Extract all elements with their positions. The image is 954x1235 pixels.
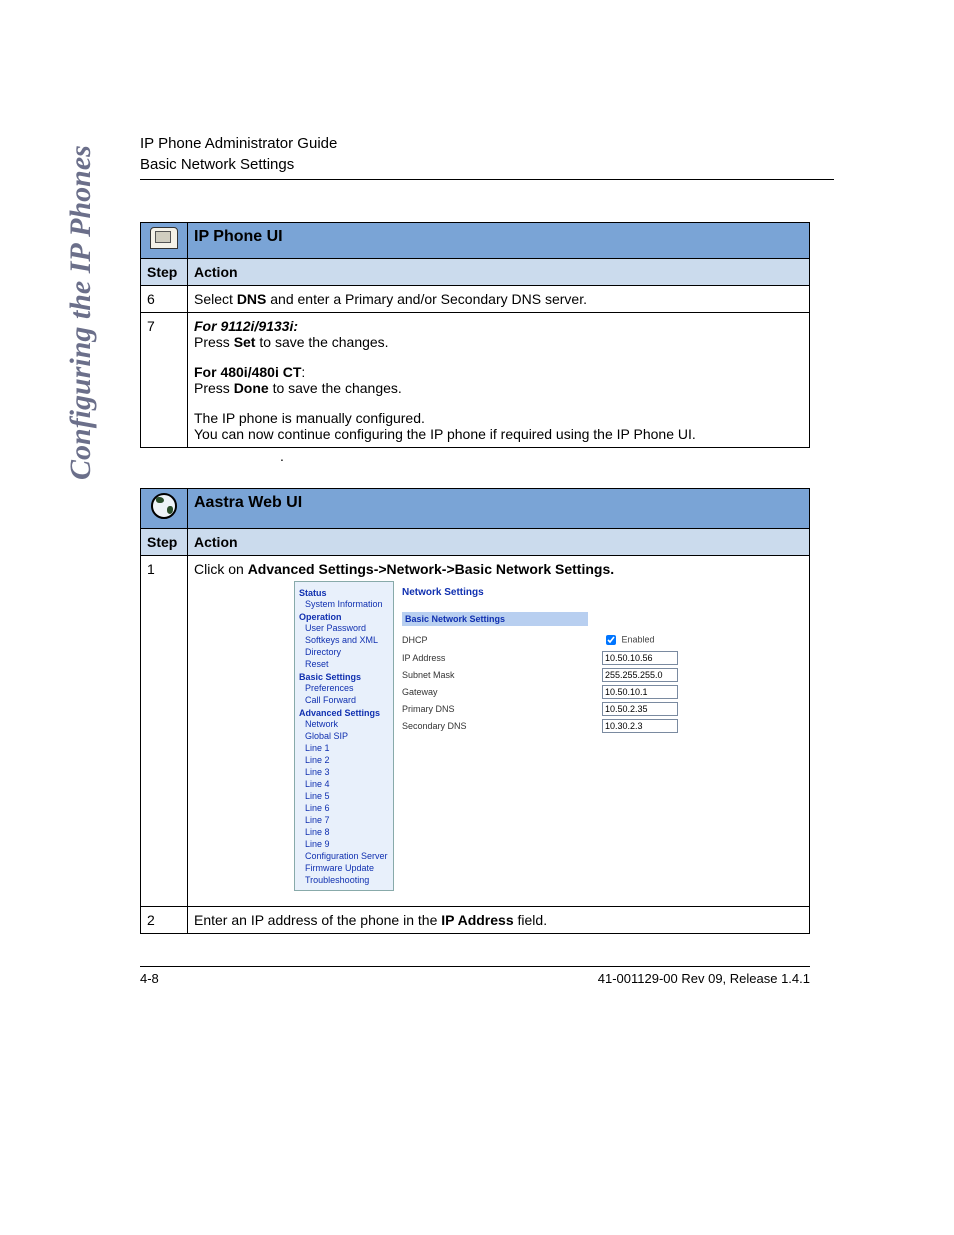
step2-1-action: Click on Advanced Settings->Network->Bas…: [188, 556, 810, 907]
step2-2-action: Enter an IP address of the phone in the …: [188, 907, 810, 934]
step2-1: 1: [141, 556, 188, 907]
label-sdns: Secondary DNS: [402, 721, 602, 731]
nav-line2[interactable]: Line 2: [305, 754, 389, 766]
col-action: Action: [188, 259, 810, 286]
section2-title: Aastra Web UI: [188, 489, 810, 529]
label-dhcp: DHCP: [402, 635, 602, 645]
label-ip: IP Address: [402, 653, 602, 663]
col-step: Step: [141, 259, 188, 286]
step-7: 7: [141, 313, 188, 448]
header-divider: [140, 179, 834, 180]
dhcp-enabled-label: Enabled: [622, 634, 655, 644]
nav-config-server[interactable]: Configuration Server: [305, 850, 389, 862]
label-gateway: Gateway: [402, 687, 602, 697]
step-6-action: Select DNS and enter a Primary and/or Se…: [188, 286, 810, 313]
nav-advanced-hdr: Advanced Settings: [299, 708, 389, 718]
nav-system-information[interactable]: System Information: [305, 598, 389, 610]
phone-icon-cell: [141, 223, 188, 259]
nav-line3[interactable]: Line 3: [305, 766, 389, 778]
label-subnet: Subnet Mask: [402, 670, 602, 680]
nav-line4[interactable]: Line 4: [305, 778, 389, 790]
col-action-2: Action: [188, 529, 810, 556]
label-pdns: Primary DNS: [402, 704, 602, 714]
step-6: 6: [141, 286, 188, 313]
spacer-dot: .: [280, 448, 834, 468]
secondary-dns-input[interactable]: [602, 719, 678, 733]
section1-title: IP Phone UI: [188, 223, 810, 259]
nav-network[interactable]: Network: [305, 718, 389, 730]
nav-global-sip[interactable]: Global SIP: [305, 730, 389, 742]
nav-line6[interactable]: Line 6: [305, 802, 389, 814]
step-7-action: For 9112i/9133i: Press Set to save the c…: [188, 313, 810, 448]
page-number: 4-8: [140, 971, 159, 986]
subnet-input[interactable]: [602, 668, 678, 682]
nav-line9[interactable]: Line 9: [305, 838, 389, 850]
nav-status-hdr: Status: [299, 588, 389, 598]
side-chapter-text: Configuring the IP Phones: [64, 145, 98, 480]
nav-reset[interactable]: Reset: [305, 658, 389, 670]
dhcp-checkbox[interactable]: [606, 635, 616, 645]
nav-user-password[interactable]: User Password: [305, 622, 389, 634]
globe-icon-cell: [141, 489, 188, 529]
doc-revision: 41-001129-00 Rev 09, Release 1.4.1: [598, 971, 810, 986]
nav-line1[interactable]: Line 1: [305, 742, 389, 754]
ip-phone-ui-table: IP Phone UI Step Action 6 Select DNS and…: [140, 222, 810, 448]
nav-preferences[interactable]: Preferences: [305, 682, 389, 694]
webui-main-panel: Network Settings Basic Network Settings …: [394, 581, 714, 891]
nav-operation-hdr: Operation: [299, 612, 389, 622]
doc-title: IP Phone Administrator Guide: [140, 135, 834, 152]
ip-address-input[interactable]: [602, 651, 678, 665]
nav-line7[interactable]: Line 7: [305, 814, 389, 826]
aastra-web-ui-table: Aastra Web UI Step Action 1 Click on Adv…: [140, 488, 810, 934]
col-step-2: Step: [141, 529, 188, 556]
nav-call-forward[interactable]: Call Forward: [305, 694, 389, 706]
footer-divider: [140, 966, 810, 967]
gateway-input[interactable]: [602, 685, 678, 699]
nav-line5[interactable]: Line 5: [305, 790, 389, 802]
doc-subtitle: Basic Network Settings: [140, 156, 834, 173]
nav-softkeys-xml[interactable]: Softkeys and XML: [305, 634, 389, 646]
step2-2: 2: [141, 907, 188, 934]
nav-directory[interactable]: Directory: [305, 646, 389, 658]
webui-screenshot: Status System Information Operation User…: [294, 581, 714, 891]
basic-net-band: Basic Network Settings: [402, 612, 588, 626]
net-settings-title: Network Settings: [402, 587, 706, 598]
nav-troubleshooting[interactable]: Troubleshooting: [305, 874, 389, 886]
nav-firmware-update[interactable]: Firmware Update: [305, 862, 389, 874]
globe-icon: [151, 493, 177, 519]
primary-dns-input[interactable]: [602, 702, 678, 716]
phone-icon: [150, 227, 178, 249]
nav-line8[interactable]: Line 8: [305, 826, 389, 838]
nav-basic-hdr: Basic Settings: [299, 672, 389, 682]
webui-nav: Status System Information Operation User…: [294, 581, 394, 891]
